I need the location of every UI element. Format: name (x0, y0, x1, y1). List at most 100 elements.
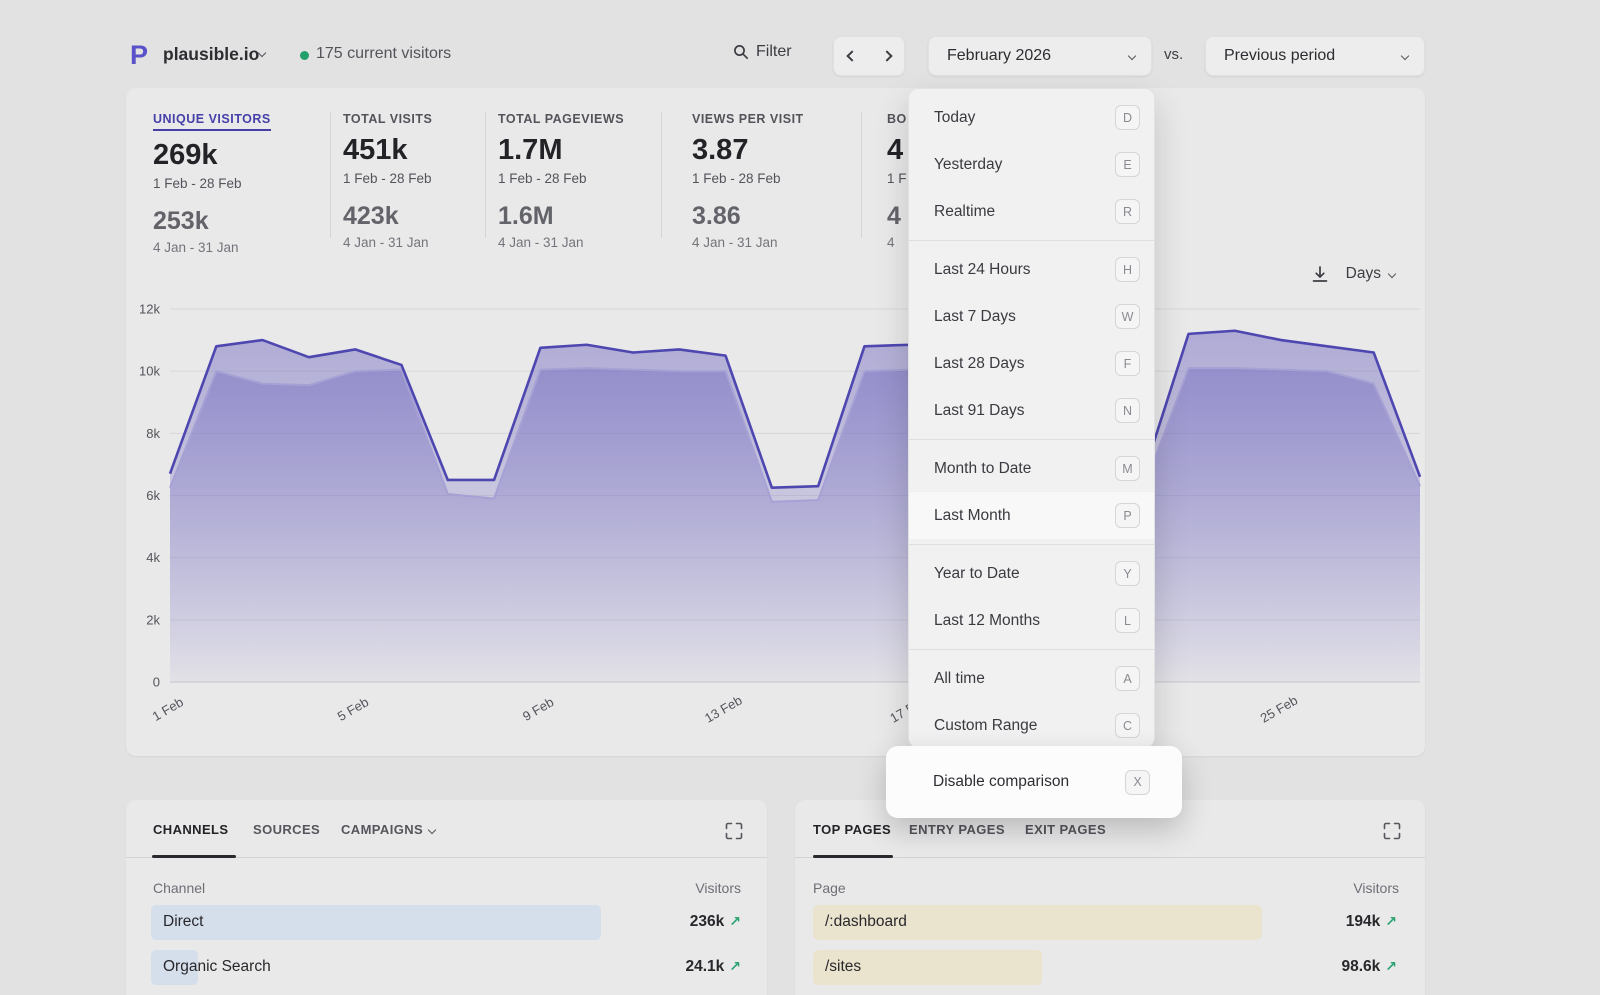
main-series-line (170, 331, 1420, 488)
stat-value: 3.87 (692, 135, 872, 165)
tab-label: ENTRY PAGES (909, 822, 1005, 837)
menu-item-month-to-date[interactable]: Month to DateM (909, 445, 1154, 492)
tab-sources[interactable]: SOURCES (253, 822, 320, 837)
x-axis-tick: 5 Feb (335, 694, 371, 724)
row-value: 24.1k↗ (685, 958, 741, 976)
menu-item-yesterday[interactable]: Yesterday E (909, 141, 1154, 188)
stat-divider (861, 112, 862, 238)
channels-tabs: CHANNELS SOURCES CAMPAIGNS (126, 822, 767, 842)
y-axis-tick: 12k (139, 302, 160, 317)
row-name: Direct (163, 913, 203, 931)
column-header: Visitors (1353, 880, 1399, 896)
menu-item-year-to-date[interactable]: Year to Date Y (909, 550, 1154, 597)
menu-item-realtime[interactable]: RealtimeR (909, 188, 1154, 235)
download-icon[interactable] (1310, 264, 1330, 284)
stat-divider (661, 112, 662, 238)
date-arrows (833, 36, 905, 76)
prev-period-arrow-button[interactable] (846, 50, 857, 61)
date-range-picker-button[interactable]: February 2026 (928, 36, 1152, 76)
stat-period: 1 Feb - 28 Feb (343, 171, 523, 186)
stat-label: BO (887, 112, 907, 126)
shortcut-badge: A (1115, 666, 1140, 691)
pages-tabs: TOP PAGES ENTRY PAGES EXIT PAGES (795, 822, 1425, 842)
menu-item-label: Last Month (934, 507, 1011, 525)
stat-value: 269k (153, 140, 333, 170)
stat-prev-period: 4 Jan - 31 Jan (153, 240, 333, 255)
menu-item-custom-range[interactable]: Custom RangeC (909, 702, 1154, 748)
menu-item-label: Year to Date (934, 565, 1020, 583)
tab-label: CHANNELS (153, 822, 228, 837)
menu-item-last-28-days[interactable]: Last 28 DaysF (909, 340, 1154, 387)
column-header: Visitors (695, 880, 741, 896)
shortcut-badge: E (1115, 152, 1140, 177)
stat-unique-visitors[interactable]: UNIQUE VISITORS269k1 Feb - 28 Feb253k4 J… (153, 110, 333, 255)
comparison-picker-button[interactable]: Previous period (1205, 36, 1425, 76)
expand-icon[interactable] (1383, 822, 1401, 840)
menu-item-label: Last 91 Days (934, 402, 1024, 420)
stat-views-per-visit[interactable]: VIEWS PER VISIT3.871 Feb - 28 Feb3.864 J… (692, 110, 872, 250)
interval-dropdown[interactable]: Days (1346, 265, 1395, 283)
table-row[interactable]: /:dashboard194k↗ (813, 905, 1397, 940)
chevron-down-icon (1128, 52, 1136, 60)
tab-label: SOURCES (253, 822, 320, 837)
y-axis-tick: 2k (146, 612, 160, 627)
menu-item-label: Last 12 Months (934, 612, 1040, 630)
stat-prev-value: 423k (343, 203, 523, 229)
x-axis-tick: 9 Feb (520, 694, 556, 724)
menu-item-today[interactable]: TodayD (909, 94, 1154, 141)
tab-entry-pages[interactable]: ENTRY PAGES (909, 822, 1005, 837)
table-row[interactable]: /sites98.6k↗ (813, 950, 1397, 985)
shortcut-badge: N (1115, 398, 1140, 423)
plausible-dashboard: P plausible.io 175 current visitors Filt… (0, 0, 1600, 995)
trend-up-icon: ↗ (729, 958, 741, 974)
menu-item-last-91-days[interactable]: Last 91 Days N (909, 387, 1154, 434)
stat-total-pageviews[interactable]: TOTAL PAGEVIEWS1.7M1 Feb - 28 Feb1.6M4 J… (498, 110, 678, 250)
menu-item-label: Last 7 Days (934, 308, 1016, 326)
table-row[interactable]: Direct236k↗ (151, 905, 741, 940)
comparison-label: Previous period (1224, 47, 1335, 65)
tab-label: TOP PAGES (813, 822, 891, 837)
tab-top-pages[interactable]: TOP PAGES (813, 822, 891, 837)
shortcut-badge: W (1115, 304, 1140, 329)
stat-divider (330, 112, 331, 238)
menu-item-last-7-days[interactable]: Last 7 Days W (909, 293, 1154, 340)
menu-section: Last 24 HoursHLast 7 DaysWLast 28 DaysFL… (909, 240, 1154, 439)
site-selector[interactable]: plausible.io (163, 44, 259, 65)
trend-up-icon: ↗ (729, 913, 741, 929)
x-axis-tick: 1 Feb (150, 694, 186, 724)
stat-period: 1 Feb - 28 Feb (498, 171, 678, 186)
menu-item-label: Today (934, 109, 975, 127)
date-range-label: February 2026 (947, 47, 1051, 65)
filter-label: Filter (756, 43, 792, 61)
menu-item-disable-comparison[interactable]: Disable comparison (933, 773, 1069, 791)
next-period-arrow-button[interactable] (881, 50, 892, 61)
column-header: Channel (153, 880, 205, 896)
menu-item-last-24-hours[interactable]: Last 24 HoursH (909, 246, 1154, 293)
chevron-down-icon (1388, 270, 1396, 278)
shortcut-badge: Y (1115, 561, 1140, 586)
shortcut-badge: H (1115, 257, 1140, 282)
stat-total-visits[interactable]: TOTAL VISITS451k1 Feb - 28 Feb423k4 Jan … (343, 110, 523, 250)
filter-button[interactable]: Filter (733, 43, 792, 61)
y-axis-tick: 8k (146, 426, 160, 441)
menu-item-last-12-months[interactable]: Last 12 MonthsL (909, 597, 1154, 644)
menu-item-last-month[interactable]: Last MonthP (909, 492, 1154, 539)
table-row[interactable]: Organic Search24.1k↗ (151, 950, 741, 985)
tab-channels[interactable]: CHANNELS (153, 822, 228, 837)
stat-prev-period: 4 Jan - 31 Jan (343, 235, 523, 250)
y-axis-tick: 4k (146, 550, 160, 565)
menu-item-label: Yesterday (934, 156, 1002, 174)
tab-campaigns[interactable]: CAMPAIGNS (341, 822, 435, 837)
stat-label: TOTAL VISITS (343, 112, 432, 126)
menu-section: TodayD Yesterday E RealtimeR (909, 89, 1154, 240)
search-icon (733, 44, 749, 60)
menu-item-all-time[interactable]: All timeA (909, 655, 1154, 702)
menu-section: Year to Date Y Last 12 MonthsL (909, 544, 1154, 649)
expand-icon[interactable] (725, 822, 743, 840)
stat-label: UNIQUE VISITORS (153, 112, 271, 131)
stat-period: 1 Feb - 28 Feb (153, 176, 333, 191)
current-visitors-link[interactable]: 175 current visitors (316, 45, 451, 63)
menu-section: All timeACustom RangeC (909, 649, 1154, 748)
tab-exit-pages[interactable]: EXIT PAGES (1025, 822, 1106, 837)
stat-period: 1 Feb - 28 Feb (692, 171, 872, 186)
